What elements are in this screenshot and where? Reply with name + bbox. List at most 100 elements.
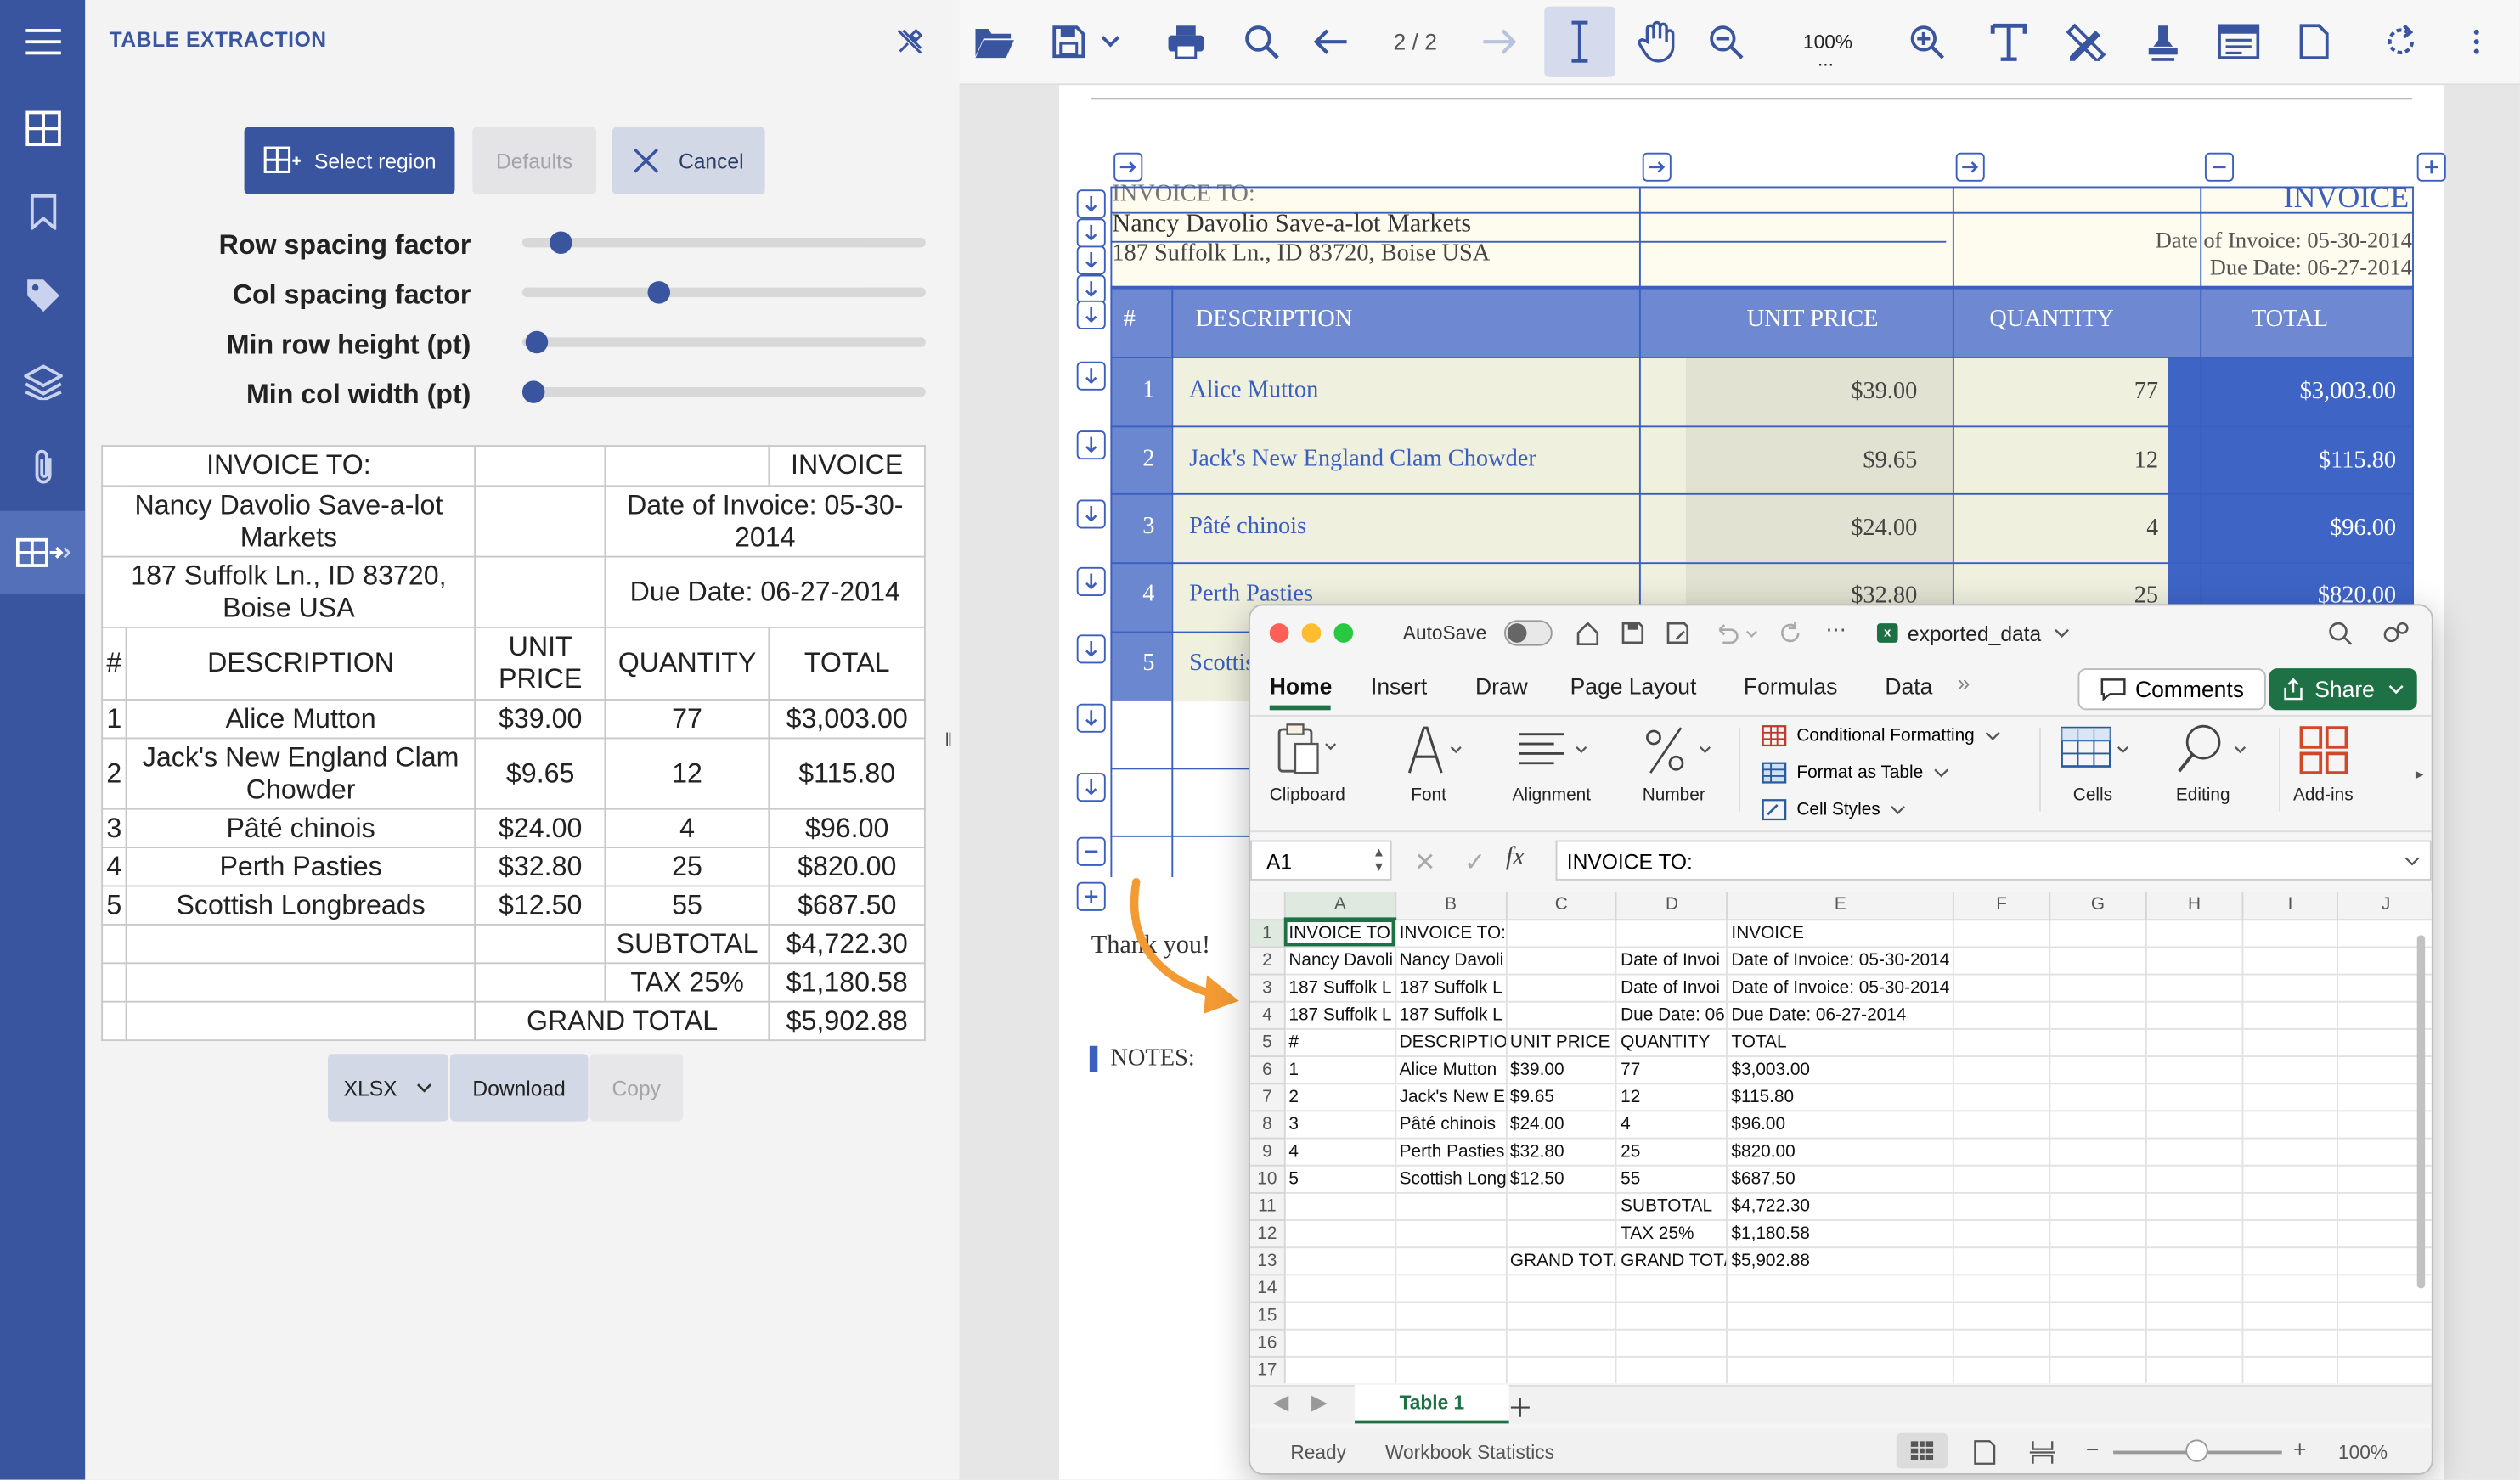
grid-cell[interactable]: INVOICE [1727, 919, 1954, 948]
grid-cell[interactable]: Nancy Davoli [1284, 946, 1396, 975]
column-add-button[interactable] [2416, 152, 2446, 182]
grid-cell[interactable]: SUBTOTAL [1616, 1191, 1728, 1221]
slider-thumb[interactable] [526, 330, 549, 354]
grid-cell[interactable] [2049, 1301, 2147, 1330]
grid-cell[interactable] [2145, 919, 2244, 948]
grid-cell[interactable] [2337, 1328, 2432, 1357]
grid-cell[interactable]: # [1284, 1027, 1396, 1057]
grid-cell[interactable]: 187 Suffolk L [1284, 973, 1396, 1002]
row-header[interactable]: 7 [1250, 1083, 1286, 1111]
row-header[interactable]: 4 [1250, 1000, 1286, 1029]
grid-cell[interactable]: $12.50 [1506, 1164, 1618, 1193]
formula-input[interactable]: INVOICE TO: [1555, 840, 2432, 881]
grid-cell[interactable] [1727, 1355, 1954, 1384]
grid-cell[interactable] [1953, 919, 2051, 948]
grid-cell[interactable]: Alice Mutton [1395, 1055, 1508, 1084]
grid-cell[interactable] [2049, 1328, 2147, 1357]
grid-cell[interactable]: QUANTITY [1616, 1027, 1728, 1057]
grid-cell[interactable] [1506, 1301, 1618, 1330]
grid-cell[interactable]: $32.80 [1506, 1137, 1618, 1166]
slider-thumb[interactable] [647, 281, 671, 304]
search-icon[interactable] [2327, 620, 2353, 645]
grid-cell[interactable] [2145, 1274, 2244, 1303]
grid-cell[interactable] [1953, 1110, 2051, 1139]
row-split-button[interactable] [1076, 361, 1106, 391]
grid-cell[interactable] [2337, 1301, 2432, 1330]
grid-cell[interactable] [2049, 1083, 2147, 1111]
row-header[interactable]: 10 [1250, 1164, 1286, 1193]
search-button[interactable] [1229, 9, 1294, 74]
row-split-button[interactable] [1076, 566, 1106, 596]
grid-cell[interactable]: 5 [1284, 1164, 1396, 1193]
grid-cell[interactable] [2145, 1137, 2244, 1166]
account-share-icon[interactable] [2382, 620, 2410, 645]
grid-cell[interactable] [1953, 1164, 2051, 1193]
zoom-menu[interactable]: ... [1818, 48, 1834, 70]
grid-cell[interactable]: 187 Suffolk L [1395, 973, 1508, 1002]
grid-cell[interactable] [2049, 1274, 2147, 1303]
grid-cell[interactable]: Date of Invoice: 05-30-2014 [1727, 973, 1954, 1002]
draw-tool[interactable] [2054, 9, 2118, 74]
grid-cell[interactable] [1616, 1301, 1728, 1330]
grid-cell[interactable] [1616, 1328, 1728, 1357]
grid-cell[interactable] [2049, 1246, 2147, 1275]
grid-cell[interactable]: Date of Invoi [1616, 973, 1728, 1002]
tab-home[interactable]: Home [1270, 673, 1333, 699]
grid-cell[interactable]: GRAND TOT/ [1506, 1246, 1618, 1275]
grid-cell[interactable] [2049, 1000, 2147, 1029]
font-group[interactable] [1403, 722, 1468, 788]
grid-cell[interactable] [1284, 1191, 1396, 1221]
cells-group[interactable] [2059, 722, 2133, 788]
save-icon[interactable] [1620, 620, 1645, 645]
grid-cell[interactable]: 2 [1284, 1083, 1396, 1111]
grid-cell[interactable] [1616, 1274, 1728, 1303]
page-indicator[interactable]: 2 / 2 [1393, 29, 1437, 54]
row-split-button[interactable] [1076, 274, 1106, 304]
column-header[interactable]: B [1395, 892, 1508, 920]
grid-cell[interactable] [2145, 973, 2244, 1002]
grid-cell[interactable]: 12 [1616, 1083, 1728, 1111]
row-header[interactable]: 14 [1250, 1274, 1286, 1303]
grid-cell[interactable]: $9.65 [1506, 1083, 1618, 1111]
spreadsheet-grid[interactable]: A B C D E F G H I J 1 INVOICE TO: INVOICE TO: INVOICE… [1250, 892, 2432, 1384]
column-split-button[interactable] [1642, 152, 1672, 182]
row-header[interactable]: 8 [1250, 1110, 1286, 1139]
grid-cell[interactable] [1953, 1055, 2051, 1084]
grid-cell[interactable] [2242, 919, 2339, 948]
nav-table-extraction[interactable] [0, 510, 86, 595]
row-header[interactable]: 5 [1250, 1027, 1286, 1057]
workbook-statistics[interactable]: Workbook Statistics [1385, 1441, 1554, 1463]
unpin-button[interactable] [894, 25, 926, 65]
grid-cell[interactable] [2049, 1027, 2147, 1057]
defaults-button[interactable]: Defaults [472, 127, 596, 194]
sheet-prev-icon[interactable]: ◀ [1273, 1390, 1289, 1415]
grid-cell[interactable] [1953, 1328, 2051, 1357]
grid-cell[interactable]: $820.00 [1727, 1137, 1954, 1166]
grid-corner[interactable] [1250, 892, 1286, 920]
grid-cell[interactable] [2242, 1164, 2339, 1193]
row-split-button[interactable] [1076, 703, 1106, 733]
grid-cell[interactable]: Perth Pasties [1395, 1137, 1508, 1166]
excel-filename[interactable]: exported_data [1908, 622, 2041, 645]
grid-cell[interactable] [1953, 1137, 2051, 1166]
grid-cell[interactable]: $24.00 [1506, 1110, 1618, 1139]
add-sheet-icon[interactable]: ＋ [1508, 1387, 1533, 1425]
grid-cell[interactable]: INVOICE TO: [1395, 919, 1508, 948]
grid-cell[interactable] [2145, 1191, 2244, 1221]
grid-cell[interactable] [1953, 1355, 2051, 1384]
row-header[interactable]: 1 [1250, 919, 1286, 948]
column-header[interactable]: A [1284, 892, 1396, 921]
grid-cell[interactable]: Due Date: 06-27-2014 [1727, 1000, 1954, 1029]
cancel-formula-icon[interactable]: ✕ [1414, 847, 1435, 879]
copy-button[interactable]: Copy [589, 1054, 684, 1122]
grid-cell[interactable] [2049, 919, 2147, 948]
min-row-height-slider[interactable] [521, 330, 926, 354]
page-tool[interactable] [2282, 9, 2347, 74]
alignment-group[interactable] [1515, 722, 1596, 788]
normal-view-button[interactable] [1896, 1432, 1948, 1469]
tabs-overflow-icon[interactable]: » [1958, 670, 1970, 695]
number-group[interactable] [1643, 722, 1723, 788]
grid-cell[interactable] [2242, 1246, 2339, 1275]
grid-cell[interactable] [1506, 1274, 1618, 1303]
grid-cell[interactable]: GRAND TOT/ [1616, 1246, 1728, 1275]
